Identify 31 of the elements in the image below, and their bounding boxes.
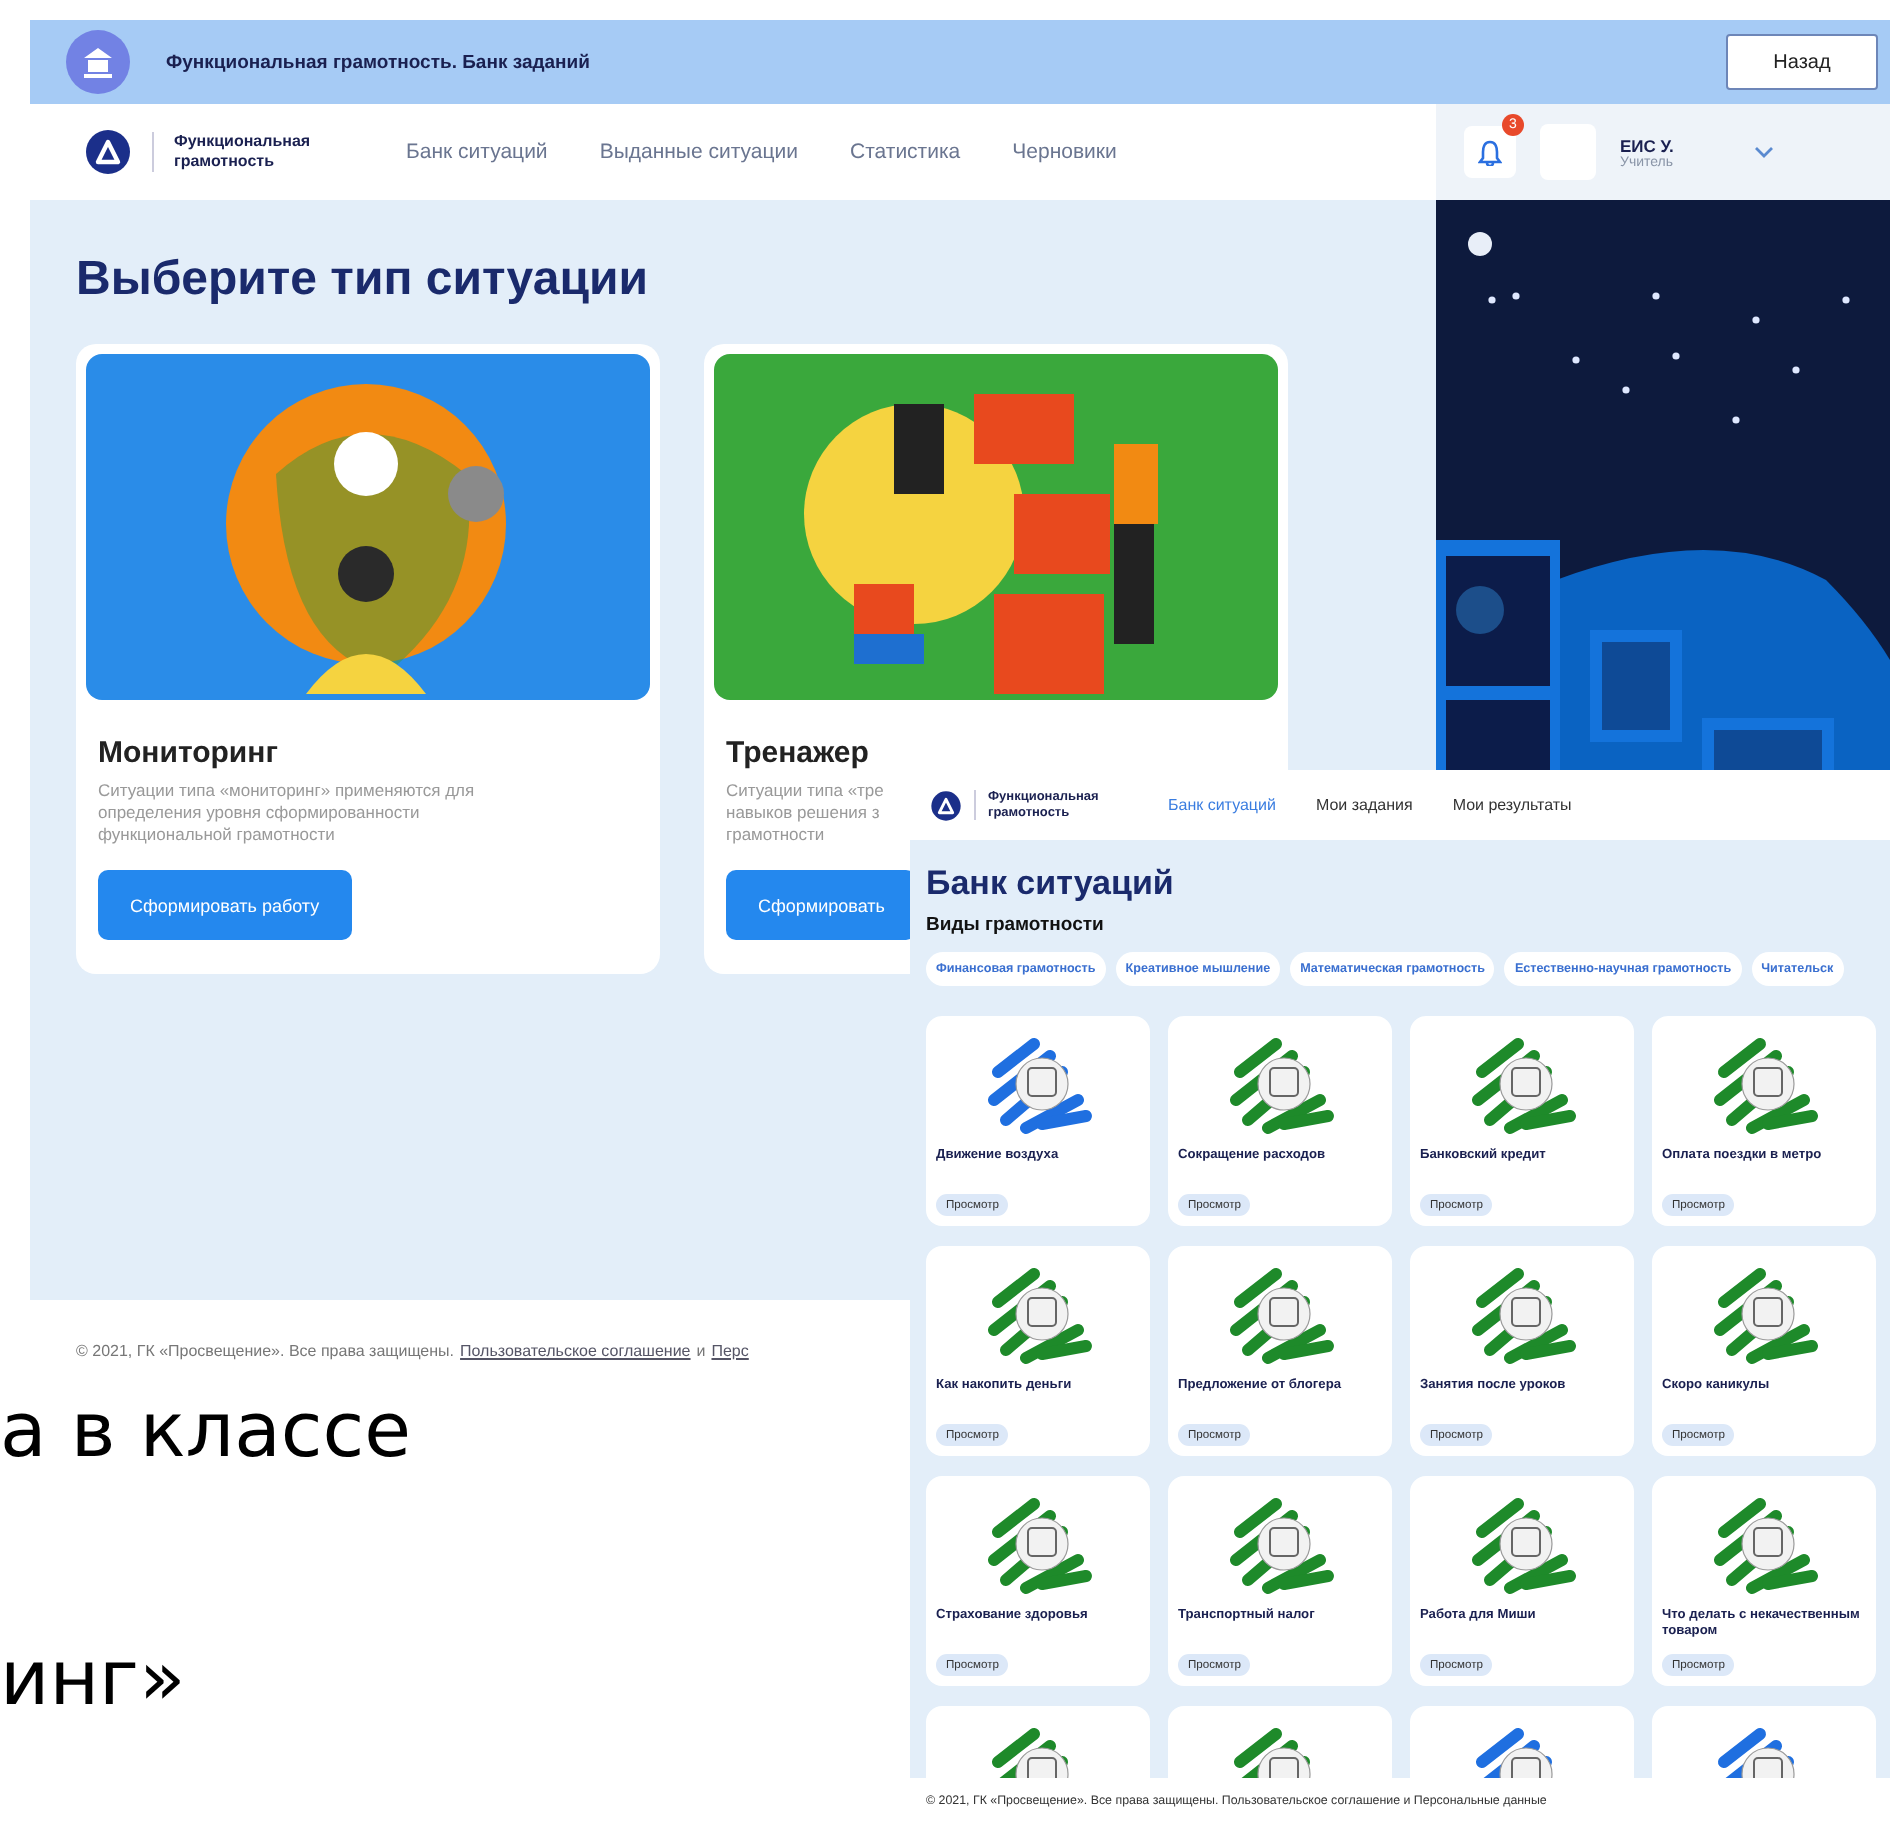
create-work-button[interactable]: Сформировать работу	[98, 870, 352, 941]
slide-text: инг»	[0, 1640, 188, 1716]
bell-icon	[1478, 139, 1502, 165]
logo-icon	[66, 30, 130, 94]
nav-link[interactable]: Черновики	[1012, 140, 1117, 164]
user-name: ЕИС У.	[1620, 135, 1674, 155]
slide-text: а в классе	[0, 1392, 414, 1468]
app-title: Функциональная грамотность. Банк заданий	[166, 51, 592, 73]
agreement-link[interactable]: Пользовательское соглашение	[460, 1341, 691, 1359]
personal-data-link[interactable]: Перс	[711, 1341, 749, 1359]
card-description: Ситуации типа «мониторинг» применяются для определения уровня сформированности функциональной грамотности	[98, 780, 475, 847]
bell-button[interactable]	[1464, 126, 1516, 178]
logo-icon	[84, 128, 132, 176]
logo-icon	[930, 789, 962, 821]
card-description: Ситуации типа «тре навыков решения з грамотности	[726, 780, 884, 847]
nav-link[interactable]: Выданные ситуации	[599, 140, 798, 164]
nav-link[interactable]: Банк ситуаций	[406, 140, 548, 164]
chevron-icon[interactable]	[1753, 146, 1774, 158]
card-title: Тренажер	[726, 736, 869, 770]
card-title: Мониторинг	[98, 736, 278, 770]
brand-name: Функциональная грамотность	[152, 132, 354, 172]
back-button[interactable]: Назад	[1726, 34, 1878, 90]
nav-link[interactable]: Мои задания	[1315, 796, 1413, 814]
nav-link[interactable]: Банк ситуаций	[1168, 796, 1276, 814]
page-heading: Банк ситуаций	[926, 864, 1176, 904]
nav-link[interactable]: Статистика	[850, 140, 961, 164]
page-heading: Выберите тип ситуации	[76, 252, 650, 308]
joiner-text: и	[696, 1341, 706, 1359]
copyright-text: © 2021, ГК «Просвещение». Все права защищены.	[76, 1341, 455, 1359]
section-heading: Виды грамотности	[926, 914, 1106, 936]
nav-link[interactable]: Мои результаты	[1452, 796, 1572, 814]
